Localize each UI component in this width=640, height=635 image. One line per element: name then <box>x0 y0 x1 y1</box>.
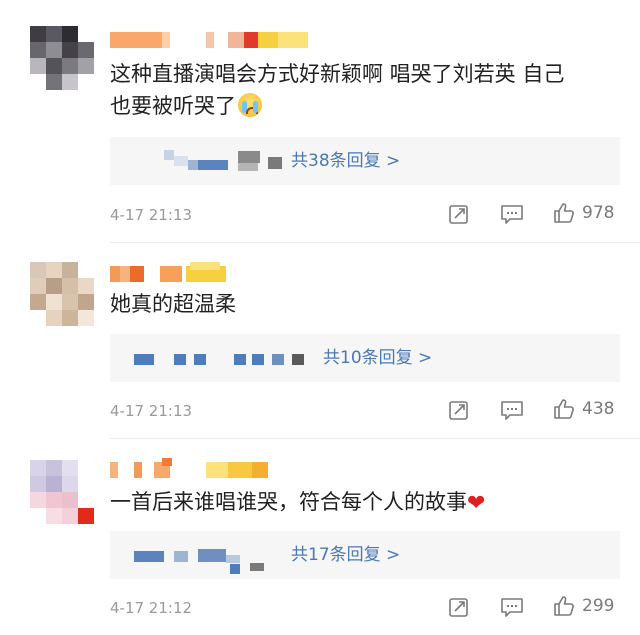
thumbs-up-icon <box>554 399 574 419</box>
red-heart-icon: ❤ <box>467 491 486 516</box>
comment-text-line1: 她真的超温柔 <box>110 292 236 316</box>
reply-preview[interactable]: 共38条回复 > <box>110 137 620 185</box>
like-button[interactable]: 299 <box>552 594 614 618</box>
avatar[interactable] <box>30 262 94 326</box>
like-count: 978 <box>582 203 615 223</box>
reply-users-redacted <box>110 531 310 579</box>
comment-time: 4-17 21:13 <box>110 206 193 224</box>
share-button[interactable] <box>448 203 470 225</box>
comment-time: 4-17 21:12 <box>110 599 193 617</box>
view-replies-link[interactable]: 共38条回复 > <box>291 150 400 172</box>
share-button[interactable] <box>448 596 470 618</box>
like-count: 438 <box>582 399 615 419</box>
view-replies-link[interactable]: 共10条回复 > <box>323 347 432 369</box>
like-button[interactable]: 978 <box>552 201 614 225</box>
comment-text-line1: 一首后来谁唱谁哭，符合每个人的故事 <box>110 490 467 514</box>
comment-item: 这种直播演唱会方式好新颖啊 唱哭了刘若英 自己 也要被听哭了 共38条回复 > … <box>0 0 640 250</box>
view-replies-link[interactable]: 共17条回复 > <box>291 544 400 566</box>
comment-meta: 4-17 21:13 438 <box>110 398 620 424</box>
comment-meta: 4-17 21:13 978 <box>110 202 620 228</box>
reply-preview[interactable]: 共10条回复 > <box>110 334 620 382</box>
reply-preview[interactable]: 共17条回复 > <box>110 531 620 579</box>
comment-meta: 4-17 21:12 299 <box>110 595 620 621</box>
comment-text: 一首后来谁唱谁哭，符合每个人的故事❤ <box>110 486 620 520</box>
thumbs-up-icon <box>554 203 574 223</box>
comment-button[interactable] <box>500 596 524 618</box>
share-icon <box>449 205 468 224</box>
comment-text-line2: 也要被听哭了 <box>110 94 236 118</box>
share-button[interactable] <box>448 399 470 421</box>
share-icon <box>449 401 468 420</box>
comment-button[interactable] <box>500 399 524 421</box>
comment-icon <box>501 598 523 617</box>
comment-button[interactable] <box>500 203 524 225</box>
comment-icon <box>501 205 523 224</box>
comment-time: 4-17 21:13 <box>110 402 193 420</box>
crying-face-icon <box>238 93 262 117</box>
share-icon <box>449 598 468 617</box>
like-count: 299 <box>582 596 615 616</box>
reply-users-redacted <box>110 334 310 382</box>
comment-text-line1: 这种直播演唱会方式好新颖啊 唱哭了刘若英 自己 <box>110 62 565 86</box>
username-redacted[interactable] <box>110 262 250 284</box>
avatar[interactable] <box>30 26 94 90</box>
comment-icon <box>501 401 523 420</box>
comment-text: 这种直播演唱会方式好新颖啊 唱哭了刘若英 自己 也要被听哭了 <box>110 58 620 122</box>
divider <box>110 242 640 243</box>
like-button[interactable]: 438 <box>552 397 614 421</box>
thumbs-up-icon <box>554 596 574 616</box>
divider <box>110 438 640 439</box>
username-redacted[interactable] <box>110 32 330 50</box>
comment-text: 她真的超温柔 <box>110 288 620 320</box>
username-redacted[interactable] <box>110 458 280 480</box>
avatar[interactable] <box>30 460 94 524</box>
reply-users-redacted <box>110 137 310 185</box>
